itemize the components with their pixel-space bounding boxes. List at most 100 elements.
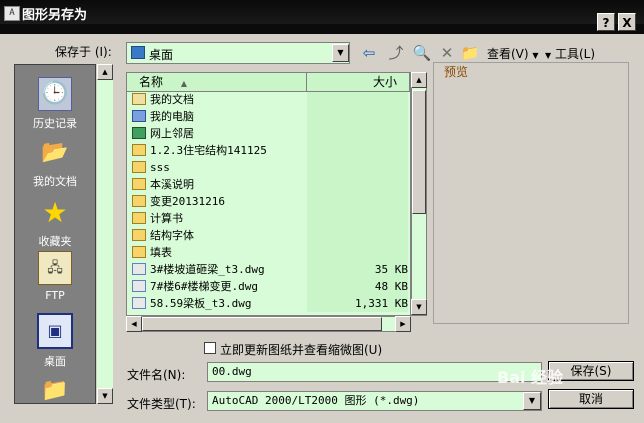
place-label: 桌面 <box>44 355 66 368</box>
item-size: 35 KB <box>374 263 408 276</box>
list-item[interactable]: 1.2.3住宅结构141125 <box>132 142 408 159</box>
item-size: 1,331 KB <box>355 297 408 310</box>
chevron-down-icon: ▼ <box>545 51 552 60</box>
item-name: 变更20131216 <box>150 195 225 208</box>
list-item[interactable]: sss <box>132 159 408 176</box>
scroll-right-icon[interactable]: ▶ <box>395 316 411 332</box>
favorites-star-icon: ★ <box>42 196 68 229</box>
dwg-file-icon <box>132 263 146 275</box>
my-documents-folder-icon <box>132 93 146 105</box>
view-menu-label: 查看(V) <box>487 47 529 61</box>
close-button[interactable]: X <box>618 13 636 31</box>
new-folder-icon[interactable]: 📁 <box>460 43 480 63</box>
folder-icon: 📁 <box>41 378 69 403</box>
list-item[interactable]: 结构字体 <box>132 227 408 244</box>
up-folder-icon[interactable]: ⤴ <box>386 43 406 63</box>
search-web-icon[interactable]: 🔍 <box>412 43 432 63</box>
folder-icon <box>132 195 146 207</box>
filetype-select[interactable]: AutoCAD 2000/LT2000 图形 (*.dwg) <box>207 391 542 411</box>
column-size[interactable]: 大小 <box>307 73 410 91</box>
cancel-button[interactable]: 取消 <box>548 389 634 409</box>
update-thumbnail-label: 立即更新图纸并查看缩微图(U) <box>220 343 383 357</box>
help-button[interactable]: ? <box>597 13 615 31</box>
filename-input[interactable]: 00.dwg <box>207 362 542 382</box>
column-name[interactable]: 名称 ▲ <box>127 73 307 91</box>
desktop-icon: ▣ <box>37 313 73 349</box>
preview-box <box>433 62 629 324</box>
sort-up-icon: ▲ <box>180 79 187 88</box>
places-scrollbar[interactable] <box>97 64 113 404</box>
save-in-label: 保存于 (I): <box>55 45 112 59</box>
item-name: 1.2.3住宅结构141125 <box>150 144 267 157</box>
folder-icon <box>132 212 146 224</box>
window-title: 图形另存为 <box>22 8 88 23</box>
item-name: 填表 <box>150 246 172 259</box>
folder-icon <box>132 229 146 241</box>
column-size-label: 大小 <box>372 75 397 89</box>
item-name: 3#楼坡道砸梁_t3.dwg <box>150 263 265 276</box>
item-name: 58.59梁板_t3.dwg <box>150 297 252 310</box>
place-desktop[interactable]: ▣ 桌面 <box>15 313 95 369</box>
place-my-documents[interactable]: 📂 我的文档 <box>15 137 95 189</box>
item-name: 本溪说明 <box>150 178 194 191</box>
app-icon: A <box>4 6 20 21</box>
scroll-up-icon[interactable]: ▲ <box>97 64 113 80</box>
folder-icon <box>132 246 146 258</box>
delete-icon[interactable]: ✕ <box>437 43 457 63</box>
filetype-value: AutoCAD 2000/LT2000 图形 (*.dwg) <box>212 394 420 407</box>
computer-icon <box>132 110 146 122</box>
item-name: 我的文档 <box>150 93 194 106</box>
hscroll-thumb[interactable] <box>142 317 382 331</box>
place-label: FTP <box>45 289 65 302</box>
tools-menu[interactable]: ▼ 工具(L) <box>545 45 595 62</box>
save-in-value: 桌面 <box>149 48 174 62</box>
list-item[interactable]: 变更20131216 <box>132 193 408 210</box>
column-name-label: 名称 <box>139 75 164 89</box>
chevron-down-icon: ▼ <box>532 51 539 60</box>
list-item[interactable]: 3#楼坡道砸梁_t3.dwg 35 KB <box>132 261 408 278</box>
filename-label: 文件名(N): <box>127 368 186 382</box>
back-arrow-icon[interactable]: ⇦ <box>359 43 379 63</box>
place-favorites[interactable]: ★ 收藏夹 <box>15 197 95 249</box>
item-size: 48 KB <box>374 280 408 293</box>
list-item[interactable]: 我的文档 <box>132 91 408 108</box>
places-bar: 🕒 历史记录 📂 我的文档 ★ 收藏夹 🖧 FTP ▣ 桌面 📁 <box>14 64 96 404</box>
item-name: sss <box>150 161 170 174</box>
list-item[interactable]: 58.59梁板_t3.dwg 1,331 KB <box>132 295 408 312</box>
item-name: 计算书 <box>150 212 183 225</box>
view-menu[interactable]: 查看(V) ▼ <box>487 45 539 62</box>
place-ftp[interactable]: 🖧 FTP <box>15 251 95 302</box>
folder-icon <box>132 178 146 190</box>
item-name: 网上邻居 <box>150 127 194 140</box>
folder-icon <box>132 161 146 173</box>
filetype-label: 文件类型(T): <box>127 397 196 411</box>
dwg-file-icon <box>132 280 146 292</box>
scroll-down-icon[interactable]: ▼ <box>411 299 427 315</box>
place-label: 历史记录 <box>33 117 77 130</box>
place-history[interactable]: 🕒 历史记录 <box>15 77 95 131</box>
scroll-up-icon[interactable]: ▲ <box>411 72 427 88</box>
list-item[interactable]: 我的电脑 <box>132 108 408 125</box>
watermark-text: Bai 经验 <box>497 368 564 387</box>
list-item[interactable]: 网上邻居 <box>132 125 408 142</box>
list-item[interactable]: 计算书 <box>132 210 408 227</box>
update-thumbnail-checkbox[interactable] <box>204 342 216 354</box>
list-item[interactable]: 本溪说明 <box>132 176 408 193</box>
list-item[interactable]: 7#楼6#楼梯变更.dwg 48 KB <box>132 278 408 295</box>
chevron-down-icon[interactable]: ▼ <box>332 44 349 62</box>
network-icon <box>132 127 146 139</box>
place-label: 我的文档 <box>33 175 77 188</box>
place-label: 收藏夹 <box>38 235 72 248</box>
scroll-down-icon[interactable]: ▼ <box>97 388 113 404</box>
list-item[interactable]: 填表 <box>132 244 408 261</box>
item-name: 我的电脑 <box>150 110 194 123</box>
scroll-thumb[interactable] <box>412 90 426 214</box>
tools-menu-label: 工具(L) <box>554 47 596 61</box>
save-in-combo[interactable]: 桌面 ▼ <box>126 42 350 64</box>
dwg-file-icon <box>132 297 146 309</box>
place-more[interactable]: 📁 <box>15 375 95 407</box>
item-name: 7#楼6#楼梯变更.dwg <box>150 280 258 293</box>
chevron-down-icon[interactable]: ▼ <box>523 392 541 410</box>
preview-title: 预览 <box>442 63 471 80</box>
scroll-left-icon[interactable]: ◀ <box>126 316 142 332</box>
